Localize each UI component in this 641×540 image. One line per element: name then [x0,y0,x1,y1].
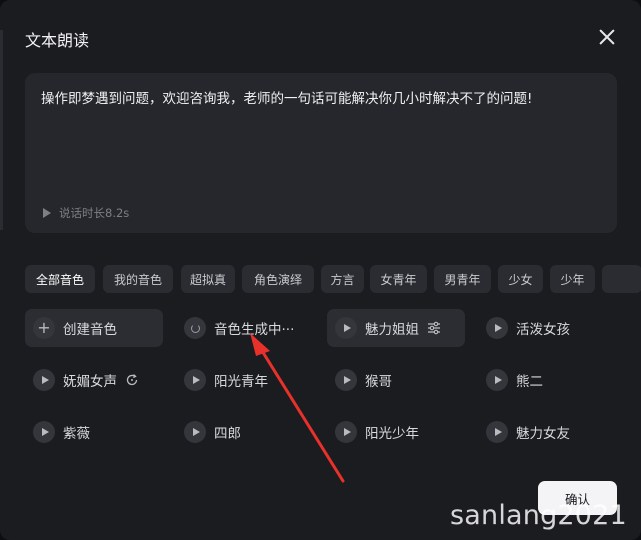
close-icon[interactable] [596,26,618,48]
voice-label: 四郎 [214,426,241,442]
play-icon [486,369,508,391]
tab-ultra-realistic[interactable]: 超拟真 [181,265,235,293]
voice-item-lively-girl[interactable]: 活泼女孩 [478,309,616,347]
tab-role-play[interactable]: 角色演绎 [242,265,314,293]
plus-icon: + [33,317,55,339]
play-icon [184,369,206,391]
voice-label: 魅力姐姐 [365,322,419,338]
play-icon [335,317,357,339]
loading-icon [184,317,206,339]
voice-item-charming-girlfriend[interactable]: 魅力女友 [478,413,616,451]
tab-girl[interactable]: 少女 [498,265,543,293]
play-icon [335,369,357,391]
tab-young-men[interactable]: 男青年 [434,265,491,293]
voice-item-generating[interactable]: 音色生成中··· [176,309,314,347]
voice-item-ziwei[interactable]: 紫薇 [25,413,163,451]
voice-item-sunny-boy[interactable]: 阳光少年 [327,413,465,451]
voice-item-silang[interactable]: 四郎 [176,413,314,451]
tab-boy[interactable]: 少年 [550,265,595,293]
play-icon [486,317,508,339]
play-icon [184,421,206,443]
voice-category-tabs: 全部音色 我的音色 超拟真 角色演绎 方言 女青年 男青年 少女 少年 [25,265,641,293]
tab-all-voices[interactable]: 全部音色 [25,265,95,293]
voice-label: 音色生成中··· [214,322,295,338]
tab-dialect[interactable]: 方言 [321,265,364,293]
tab-my-voices[interactable]: 我的音色 [103,265,173,293]
tab-more[interactable] [602,265,641,293]
play-icon [33,421,55,443]
voice-item-monkey-brother[interactable]: 猴哥 [327,361,465,399]
voice-label: 魅力女友 [516,426,570,442]
voice-item-charming-sister[interactable]: 魅力姐姐 [327,309,465,347]
tab-young-women[interactable]: 女青年 [370,265,427,293]
watermark-text: sanlang2021 [450,500,627,531]
voice-item-sunny-youth[interactable]: 阳光青年 [176,361,314,399]
text-input-area[interactable]: 操作即梦遇到问题，欢迎咨询我，老师的一句话可能解决你几小时解决不了的问题! 说话… [25,73,617,233]
refresh-icon[interactable] [125,373,139,387]
voice-label: 创建音色 [63,322,117,338]
play-icon [43,208,51,218]
voice-label: 阳光少年 [365,426,419,442]
text-content: 操作即梦遇到问题，欢迎咨询我，老师的一句话可能解决你几小时解决不了的问题! [41,91,533,107]
voice-label: 紫薇 [63,426,90,442]
text-to-speech-dialog: 文本朗读 操作即梦遇到问题，欢迎咨询我，老师的一句话可能解决你几小时解决不了的问… [0,0,641,540]
duration-preview[interactable]: 说话时长8.2s [43,205,129,221]
voice-label: 阳光青年 [214,374,268,390]
voice-label: 妩媚女声 [63,374,117,390]
dialog-title: 文本朗读 [25,31,90,50]
voice-item-charming-female[interactable]: 妩媚女声 [25,361,163,399]
duration-label: 说话时长8.2s [59,206,130,220]
create-voice-button[interactable]: + 创建音色 [25,309,163,347]
play-icon [486,421,508,443]
settings-sliders-icon[interactable] [427,321,441,335]
voice-label: 活泼女孩 [516,322,570,338]
background-edge [0,30,3,230]
play-icon [33,369,55,391]
voice-label: 熊二 [516,374,543,390]
voice-item-bear-two[interactable]: 熊二 [478,361,616,399]
voice-label: 猴哥 [365,374,392,390]
play-icon [335,421,357,443]
